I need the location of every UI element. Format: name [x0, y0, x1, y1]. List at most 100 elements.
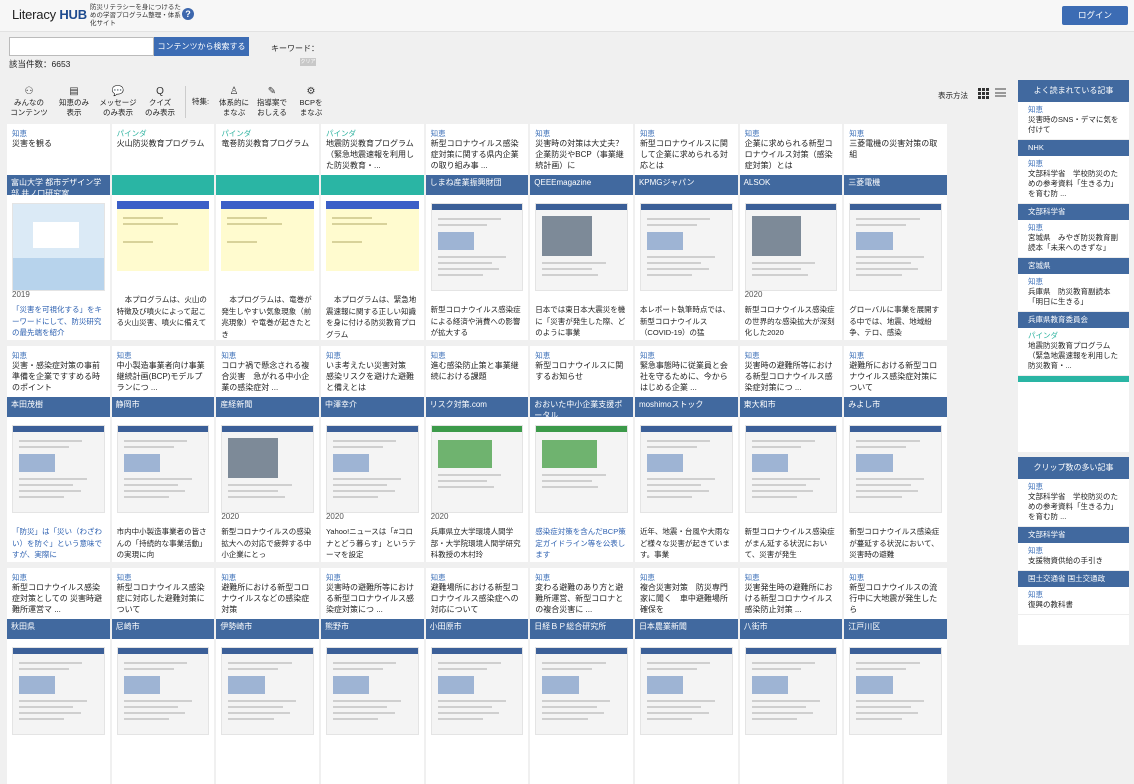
card-title[interactable]: 変わる避難のあり方と避難所運営、新型コロナとの複合災害に ...: [535, 582, 629, 615]
list-view-icon[interactable]: [995, 88, 1006, 99]
card-thumbnail[interactable]: [116, 425, 210, 513]
login-button[interactable]: ログイン: [1062, 6, 1128, 25]
feature-person[interactable]: ♙ 体系的に まなぶ: [214, 85, 254, 121]
card-title[interactable]: 三菱電機の災害対策の取組: [849, 138, 943, 160]
card-title[interactable]: 進む感染防止策と事業継続における課題: [431, 360, 525, 382]
card-thumbnail[interactable]: [744, 425, 838, 513]
card-title[interactable]: 火山防災教育プログラム: [117, 138, 211, 149]
card-thumbnail[interactable]: [849, 203, 942, 291]
card-title[interactable]: 避難所における新型コロナウイルス感染症対策について: [849, 360, 943, 393]
card-title[interactable]: 災害時の避難所等における新型コロナウイルス感染症対策につ ...: [326, 582, 420, 615]
sidebar-article[interactable]: 知恵 復興の教科書: [1018, 587, 1129, 615]
card-title[interactable]: 緊急事態時に従業員と会社を守るために、今からはじめる企業 ...: [640, 360, 734, 393]
card-thumbnail[interactable]: [535, 647, 628, 735]
card-thumbnail[interactable]: [849, 647, 942, 735]
content-card[interactable]: 知恵 新型コロナウイルスに関するお知らせ おおいた中小企業支援ポータル 感染症対策を含…: [530, 346, 633, 562]
content-card[interactable]: 知恵 避難所における新型コロナウイルス感染症対策について みよし市 新型コロナウイルス…: [844, 346, 947, 562]
card-thumbnail[interactable]: [325, 201, 419, 271]
content-card[interactable]: 知恵 新型コロナウイルスに関して企業に求められる対応とは KPMGジャパン 本レポート…: [634, 124, 738, 340]
card-title[interactable]: いま考えたい災害対策 感染リスクを避けた避難と備えとは: [326, 360, 420, 393]
content-card[interactable]: 知恵 災害時の対策は大丈夫？企業防災やBCP（事業継続計画）に QEEEmagazi…: [530, 124, 633, 340]
feature-gear[interactable]: ⚙ BCPを まなぶ: [294, 85, 328, 121]
card-thumbnail[interactable]: [221, 425, 314, 513]
content-card[interactable]: パインダ 竜巻防災教育プログラム 本プログラムは、竜巻が発生しやすい気象現象（前兆現…: [216, 124, 319, 340]
card-title[interactable]: 避難所における新型コロナウイルスなどの感染症対策: [221, 582, 315, 615]
site-logo[interactable]: Literacy HUB: [12, 7, 87, 22]
card-title[interactable]: 新型コロナウイルス感染症対策に関する県内企業の取り組み事 ...: [431, 138, 525, 171]
content-card[interactable]: 知恵 中小製造事業者向け事業継続計画(BCP)モデルプランにつ ... 静岡市 市内中…: [111, 346, 215, 562]
content-card[interactable]: 知恵 変わる避難のあり方と避難所運営、新型コロナとの複合災害に ... 日経ＢＰ総合…: [530, 568, 633, 784]
sidebar-article[interactable]: 知恵 文部科学省 学校防災のための参考資料「生きる力」を育む防 ...: [1018, 156, 1129, 204]
card-title[interactable]: 災害発生時の避難所における新型コロナウイルス感染防止対策 ...: [745, 582, 839, 615]
card-thumbnail[interactable]: [849, 425, 942, 513]
card-thumbnail[interactable]: [325, 647, 419, 735]
content-card[interactable]: 知恵 複合災害対策 防災専門家に聞く 車中避難場所確保を 日本農業新聞: [634, 568, 738, 784]
content-card[interactable]: 知恵 新型コロナウイルス感染症対策としての 災害時避難所運営マ ... 秋田県: [7, 568, 110, 784]
content-card[interactable]: 知恵 三菱電機の災害対策の取組 三菱電機 グローバルに事業を展開する中では、地震、地域…: [844, 124, 947, 340]
grid-view-icon[interactable]: [978, 88, 989, 99]
help-icon[interactable]: ?: [182, 8, 194, 20]
content-card[interactable]: 知恵 災害時の避難所等における新型コロナウイルス感染症対策につ ... 熊野市: [320, 568, 424, 784]
content-card[interactable]: 知恵 災害時の避難所等における新型コロナウイルス感染症対策につ ... 東大和市 新型…: [739, 346, 843, 562]
card-title[interactable]: 企業に求められる新型コロナウイルス対策（感染症対策）とは: [745, 138, 839, 171]
card-title[interactable]: 新型コロナウイルスの流行中に大地震が発生したら: [849, 582, 943, 615]
content-card[interactable]: 知恵 新型コロナウイルス感染症に対応した避難対策について 尼崎市: [111, 568, 215, 784]
card-thumbnail[interactable]: [12, 425, 105, 513]
content-card[interactable]: 知恵 進む感染防止策と事業継続における課題 リスク対策.com 2020 兵庫県立大学環…: [425, 346, 529, 562]
card-thumbnail[interactable]: [12, 203, 105, 291]
content-card[interactable]: 知恵 いま考えたい災害対策 感染リスクを避けた避難と備えとは 中澤幸介 2020 Yah…: [320, 346, 424, 562]
card-thumbnail[interactable]: [221, 201, 314, 271]
content-card[interactable]: パインダ 火山防災教育プログラム 本プログラムは、火山の特徴及び噴火によって起こる火…: [111, 124, 215, 340]
feature-book[interactable]: ✎ 指導案で おしえる: [252, 85, 292, 121]
card-title[interactable]: 新型コロナウイルス感染症対策としての 災害時避難所運営マ ...: [12, 582, 106, 615]
search-input[interactable]: [9, 37, 154, 56]
content-card[interactable]: 知恵 災害発生時の避難所における新型コロナウイルス感染防止対策 ... 八街市: [739, 568, 843, 784]
card-title[interactable]: 新型コロナウイルスに関して企業に求められる対応とは: [640, 138, 734, 171]
content-card[interactable]: 知恵 緊急事態時に従業員と会社を守るために、今からはじめる企業 ... moshim…: [634, 346, 738, 562]
filter-people[interactable]: ⚇ みんなの コンテンツ: [6, 85, 52, 121]
content-card[interactable]: 知恵 新型コロナウイルスの流行中に大地震が発生したら 江戸川区: [844, 568, 947, 784]
card-title[interactable]: コロナ禍で懸念される複合災害 急がれる中小企業の感染症対 ...: [221, 360, 315, 393]
sidebar-article[interactable]: 知恵 文部科学省 学校防災のための参考資料「生きる力」を育む防 ...: [1018, 479, 1129, 527]
card-thumbnail[interactable]: [116, 201, 210, 271]
card-title[interactable]: 避難場所における新型コロナウイルス感染症への対応について: [431, 582, 525, 615]
card-thumbnail[interactable]: [325, 425, 419, 513]
card-thumbnail[interactable]: [430, 425, 524, 513]
card-title[interactable]: 災害・感染症対策の事前準備を企業ですすめる時のポイント: [12, 360, 106, 393]
keyword-clear-chip[interactable]: クリア: [300, 58, 316, 66]
card-title[interactable]: 地震防災教育プログラム（緊急地震速報を利用した防災教育・...: [326, 138, 420, 171]
card-title[interactable]: 複合災害対策 防災専門家に聞く 車中避難場所確保を: [640, 582, 734, 615]
sidebar-article[interactable]: 知恵 宮城県 みやぎ防災教育副読本「未来へのきずな」: [1018, 220, 1129, 258]
sidebar-article[interactable]: 知恵 兵庫県 防災教育副読本「明日に生きる」: [1018, 274, 1129, 312]
card-thumbnail[interactable]: [430, 203, 524, 291]
content-card[interactable]: パインダ 地震防災教育プログラム（緊急地震速報を利用した防災教育・... 本プログラ…: [320, 124, 424, 340]
card-thumbnail[interactable]: [12, 647, 105, 735]
sidebar-article[interactable]: パインダ 地震防災教育プログラム（緊急地震速報を利用した防災教育・...: [1018, 328, 1129, 376]
card-thumbnail[interactable]: [744, 203, 838, 291]
card-title[interactable]: 新型コロナウイルスに関するお知らせ: [535, 360, 629, 382]
filter-doc[interactable]: ▤ 知恵のみ 表示: [54, 85, 94, 121]
card-thumbnail[interactable]: [221, 647, 314, 735]
card-thumbnail[interactable]: [639, 203, 733, 291]
content-card[interactable]: 知恵 新型コロナウイルス感染症対策に関する県内企業の取り組み事 ... しまね産業振…: [425, 124, 529, 340]
content-card[interactable]: 知恵 災害・感染症対策の事前準備を企業ですすめる時のポイント 本田茂樹 「防災」は「災…: [7, 346, 110, 562]
content-card[interactable]: 知恵 企業に求められる新型コロナウイルス対策（感染症対策）とは ALSOK 2020 新…: [739, 124, 843, 340]
card-thumbnail[interactable]: [116, 647, 210, 735]
filter-message[interactable]: 💬 メッセージ のみ表示: [96, 85, 140, 121]
card-title[interactable]: 災害時の対策は大丈夫？企業防災やBCP（事業継続計画）に: [535, 138, 629, 171]
content-card[interactable]: 知恵 避難場所における新型コロナウイルス感染症への対応について 小田原市: [425, 568, 529, 784]
sidebar-article[interactable]: 知恵 支援物資供給の手引き: [1018, 543, 1129, 571]
card-thumbnail[interactable]: [535, 203, 628, 291]
card-thumbnail[interactable]: [535, 425, 628, 513]
card-thumbnail[interactable]: [430, 647, 524, 735]
card-thumbnail[interactable]: [744, 647, 838, 735]
filter-quiz[interactable]: Q クイズ のみ表示: [140, 85, 180, 121]
card-title[interactable]: 竜巻防災教育プログラム: [221, 138, 315, 149]
card-title[interactable]: 中小製造事業者向け事業継続計画(BCP)モデルプランにつ ...: [117, 360, 211, 393]
content-card[interactable]: 知恵 災害を観る 富山大学 都市デザイン学部 井ノ口研究室 2019 「災害を可視化する…: [7, 124, 110, 340]
card-thumbnail[interactable]: [639, 647, 733, 735]
card-title[interactable]: 災害時の避難所等における新型コロナウイルス感染症対策につ ...: [745, 360, 839, 393]
sidebar-article[interactable]: 知恵 災害時のSNS・デマに気を付けて: [1018, 102, 1129, 140]
card-title[interactable]: 新型コロナウイルス感染症に対応した避難対策について: [117, 582, 211, 615]
card-title[interactable]: 災害を観る: [12, 138, 106, 149]
